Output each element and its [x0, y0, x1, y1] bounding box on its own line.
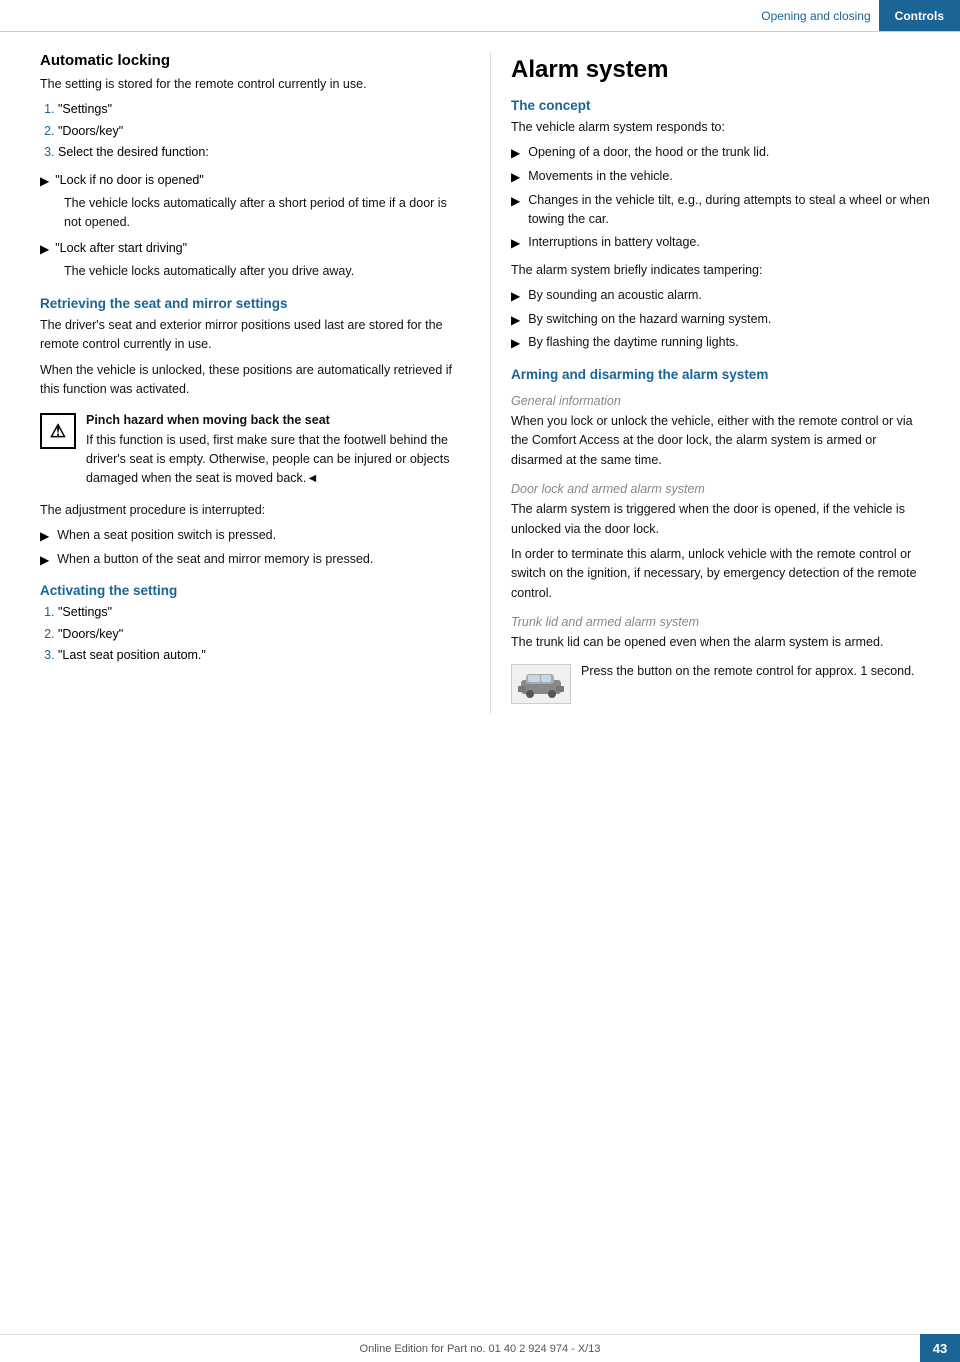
- arrow-icon: ▶: [511, 334, 520, 353]
- lock-start-driving-desc: The vehicle locks automatically after yo…: [64, 262, 460, 281]
- alarm-system-title: Alarm system: [511, 56, 930, 84]
- automatic-locking-intro: The setting is stored for the remote con…: [40, 75, 460, 94]
- sub-options-list-2: ▶ "Lock after start driving": [40, 239, 460, 259]
- activating-steps: "Settings" "Doors/key" "Last seat positi…: [40, 603, 460, 665]
- footer-text: Online Edition for Part no. 01 40 2 924 …: [360, 1343, 601, 1355]
- list-item: "Settings": [58, 100, 460, 119]
- car-icon-box: Press the button on the remote control f…: [511, 662, 930, 704]
- warning-title: Pinch hazard when moving back the seat: [86, 413, 330, 427]
- door-lock-para2: In order to terminate this alarm, unlock…: [511, 545, 930, 603]
- door-lock-subtitle: Door lock and armed alarm system: [511, 482, 930, 496]
- list-item: ▶ When a seat position switch is pressed…: [40, 526, 460, 546]
- arrow-icon: ▶: [511, 192, 520, 230]
- tamper-intro: The alarm system briefly indicates tampe…: [511, 261, 930, 280]
- retrieving-para1: The driver's seat and exterior mirror po…: [40, 316, 460, 355]
- trunk-text: The trunk lid can be opened even when th…: [511, 633, 930, 652]
- list-item: ▶ By switching on the hazard warning sys…: [511, 310, 930, 330]
- retrieving-title: Retrieving the seat and mirror settings: [40, 296, 460, 311]
- list-item: ▶ Changes in the vehicle tilt, e.g., dur…: [511, 191, 930, 230]
- warning-text: Pinch hazard when moving back the seat I…: [86, 411, 460, 489]
- list-item: Select the desired function:: [58, 143, 460, 162]
- concept-bullets: ▶ Opening of a door, the hood or the tru…: [511, 143, 930, 253]
- list-item: ▶ "Lock if no door is opened": [40, 171, 460, 191]
- arrow-icon: ▶: [511, 144, 520, 163]
- arrow-icon: ▶: [40, 172, 49, 191]
- list-item: "Doors/key": [58, 122, 460, 141]
- page-number: 43: [920, 1334, 960, 1362]
- page-header: Opening and closing Controls: [0, 0, 960, 32]
- door-lock-para1: The alarm system is triggered when the d…: [511, 500, 930, 539]
- warning-icon: ⚠: [40, 413, 76, 449]
- lock-no-door-desc: The vehicle locks automatically after a …: [64, 194, 460, 233]
- sub-options-list: ▶ "Lock if no door is opened": [40, 171, 460, 191]
- main-content: Automatic locking The setting is stored …: [0, 32, 960, 734]
- list-item: ▶ Opening of a door, the hood or the tru…: [511, 143, 930, 163]
- left-column: Automatic locking The setting is stored …: [40, 52, 460, 714]
- car-svg: [516, 670, 566, 698]
- list-item: ▶ When a button of the seat and mirror m…: [40, 550, 460, 570]
- retrieving-para2: When the vehicle is unlocked, these posi…: [40, 361, 460, 400]
- list-item: ▶ By flashing the daytime running lights…: [511, 333, 930, 353]
- header-chapter-text: Controls: [895, 9, 944, 23]
- arrow-icon: ▶: [40, 551, 49, 570]
- concept-intro: The vehicle alarm system responds to:: [511, 118, 930, 137]
- arrow-icon: ▶: [40, 527, 49, 546]
- header-chapter: Controls: [879, 0, 960, 31]
- list-item: ▶ "Lock after start driving": [40, 239, 460, 259]
- automatic-locking-title: Automatic locking: [40, 52, 460, 69]
- warning-body: If this function is used, first make sur…: [86, 433, 449, 486]
- car-icon: [511, 664, 571, 704]
- arrow-icon: ▶: [511, 311, 520, 330]
- header-section-text: Opening and closing: [761, 9, 870, 23]
- right-column: Alarm system The concept The vehicle ala…: [490, 52, 930, 714]
- page-footer: Online Edition for Part no. 01 40 2 924 …: [0, 1334, 960, 1362]
- header-section: Opening and closing: [0, 9, 879, 23]
- concept-title: The concept: [511, 98, 930, 113]
- list-item: ▶ Movements in the vehicle.: [511, 167, 930, 187]
- automatic-locking-steps: "Settings" "Doors/key" Select the desire…: [40, 100, 460, 162]
- list-item: "Settings": [58, 603, 460, 622]
- arrow-icon: ▶: [40, 240, 49, 259]
- arming-title: Arming and disarming the alarm system: [511, 367, 930, 382]
- list-item: "Last seat position autom.": [58, 646, 460, 665]
- car-note: Press the button on the remote control f…: [581, 662, 915, 681]
- list-item: ▶ Interruptions in battery voltage.: [511, 233, 930, 253]
- list-item: ▶ By sounding an acoustic alarm.: [511, 286, 930, 306]
- general-info-text: When you lock or unlock the vehicle, eit…: [511, 412, 930, 470]
- arrow-icon: ▶: [511, 287, 520, 306]
- activating-title: Activating the setting: [40, 583, 460, 598]
- warning-box: ⚠ Pinch hazard when moving back the seat…: [40, 411, 460, 489]
- arrow-icon: ▶: [511, 234, 520, 253]
- list-item: "Doors/key": [58, 625, 460, 644]
- trunk-subtitle: Trunk lid and armed alarm system: [511, 615, 930, 629]
- tamper-bullets: ▶ By sounding an acoustic alarm. ▶ By sw…: [511, 286, 930, 353]
- general-info-subtitle: General information: [511, 394, 930, 408]
- retrieving-para3: The adjustment procedure is interrupted:: [40, 501, 460, 520]
- interruption-bullets: ▶ When a seat position switch is pressed…: [40, 526, 460, 569]
- arrow-icon: ▶: [511, 168, 520, 187]
